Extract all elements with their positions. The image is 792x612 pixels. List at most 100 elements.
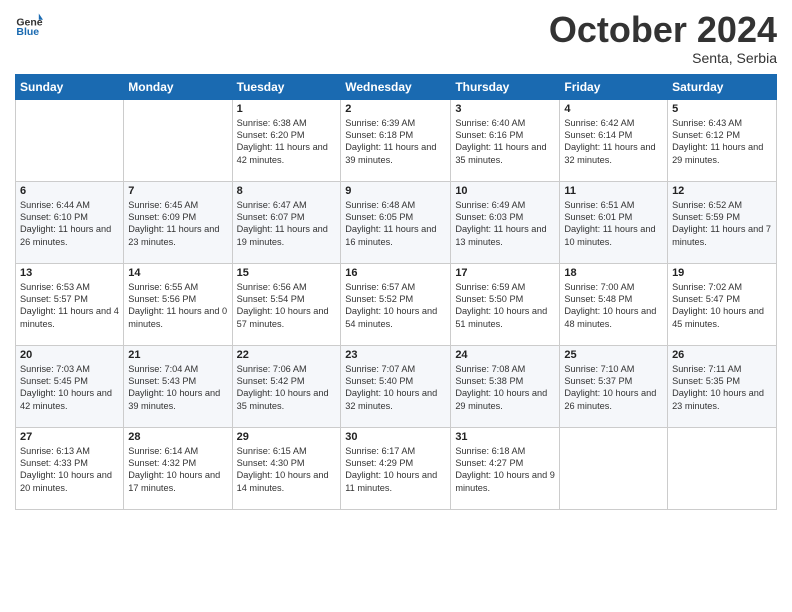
calendar-header-row: SundayMondayTuesdayWednesdayThursdayFrid… <box>16 74 777 99</box>
day-number: 14 <box>128 267 227 279</box>
cell-info: Sunrise: 7:07 AM Sunset: 5:40 PM Dayligh… <box>345 363 446 413</box>
day-number: 31 <box>455 431 555 443</box>
cell-info: Sunrise: 6:52 AM Sunset: 5:59 PM Dayligh… <box>672 199 772 249</box>
weekday-header: Sunday <box>16 74 124 99</box>
cell-info: Sunrise: 7:02 AM Sunset: 5:47 PM Dayligh… <box>672 281 772 331</box>
calendar-cell <box>668 427 777 509</box>
cell-info: Sunrise: 6:48 AM Sunset: 6:05 PM Dayligh… <box>345 199 446 249</box>
generalblue-logo-icon: General Blue <box>15 10 43 38</box>
calendar-cell: 10Sunrise: 6:49 AM Sunset: 6:03 PM Dayli… <box>451 181 560 263</box>
day-number: 6 <box>20 185 119 197</box>
svg-text:Blue: Blue <box>16 26 39 38</box>
calendar-cell: 23Sunrise: 7:07 AM Sunset: 5:40 PM Dayli… <box>341 345 451 427</box>
calendar-cell: 18 Sunrise: 7:00 AM Sunset: 5:48 PM Dayli… <box>560 263 668 345</box>
day-number: 22 <box>237 349 337 361</box>
calendar-week-row: 20 Sunrise: 7:03 AM Sunset: 5:45 PM Dayli… <box>16 345 777 427</box>
calendar-cell <box>16 99 124 181</box>
calendar-cell: 16Sunrise: 6:57 AM Sunset: 5:52 PM Dayli… <box>341 263 451 345</box>
day-number: 8 <box>237 185 337 197</box>
calendar-cell: 31Sunrise: 6:18 AM Sunset: 4:27 PM Dayli… <box>451 427 560 509</box>
day-number: 7 <box>128 185 227 197</box>
cell-info: Sunrise: 6:13 AM Sunset: 4:33 PM Dayligh… <box>20 445 119 495</box>
cell-info: Sunrise: 6:55 AM Sunset: 5:56 PM Dayligh… <box>128 281 227 331</box>
weekday-header: Monday <box>124 74 232 99</box>
cell-info: Sunrise: 6:40 AM Sunset: 6:16 PM Dayligh… <box>455 117 555 167</box>
calendar-cell: 29Sunrise: 6:15 AM Sunset: 4:30 PM Dayli… <box>232 427 341 509</box>
day-number: 26 <box>672 349 772 361</box>
calendar-cell: 12 Sunrise: 6:52 AM Sunset: 5:59 PM Dayli… <box>668 181 777 263</box>
calendar-cell: 3 Sunrise: 6:40 AM Sunset: 6:16 PM Daylig… <box>451 99 560 181</box>
day-number: 13 <box>20 267 119 279</box>
day-number: 29 <box>237 431 337 443</box>
calendar-cell: 6 Sunrise: 6:44 AM Sunset: 6:10 PM Daylig… <box>16 181 124 263</box>
cell-info: Sunrise: 7:04 AM Sunset: 5:43 PM Dayligh… <box>128 363 227 413</box>
day-number: 20 <box>20 349 119 361</box>
calendar-cell: 24 Sunrise: 7:08 AM Sunset: 5:38 PM Dayli… <box>451 345 560 427</box>
day-number: 11 <box>564 185 663 197</box>
page: General Blue October 2024 Senta, Serbia … <box>0 0 792 612</box>
cell-info: Sunrise: 7:08 AM Sunset: 5:38 PM Dayligh… <box>455 363 555 413</box>
calendar-cell: 21Sunrise: 7:04 AM Sunset: 5:43 PM Dayli… <box>124 345 232 427</box>
calendar-cell: 27Sunrise: 6:13 AM Sunset: 4:33 PM Dayli… <box>16 427 124 509</box>
calendar-cell: 25 Sunrise: 7:10 AM Sunset: 5:37 PM Dayli… <box>560 345 668 427</box>
day-number: 1 <box>237 103 337 115</box>
logo: General Blue <box>15 10 43 38</box>
cell-info: Sunrise: 6:39 AM Sunset: 6:18 PM Dayligh… <box>345 117 446 167</box>
calendar-cell: 7 Sunrise: 6:45 AM Sunset: 6:09 PM Daylig… <box>124 181 232 263</box>
cell-info: Sunrise: 6:42 AM Sunset: 6:14 PM Dayligh… <box>564 117 663 167</box>
calendar-cell: 30Sunrise: 6:17 AM Sunset: 4:29 PM Dayli… <box>341 427 451 509</box>
day-number: 17 <box>455 267 555 279</box>
cell-info: Sunrise: 6:38 AM Sunset: 6:20 PM Dayligh… <box>237 117 337 167</box>
weekday-header: Friday <box>560 74 668 99</box>
cell-info: Sunrise: 6:53 AM Sunset: 5:57 PM Dayligh… <box>20 281 119 331</box>
day-number: 5 <box>672 103 772 115</box>
header: General Blue October 2024 Senta, Serbia <box>15 10 777 66</box>
calendar-cell <box>124 99 232 181</box>
calendar-cell: 15 Sunrise: 6:56 AM Sunset: 5:54 PM Dayli… <box>232 263 341 345</box>
cell-info: Sunrise: 6:59 AM Sunset: 5:50 PM Dayligh… <box>455 281 555 331</box>
calendar-week-row: 1 Sunrise: 6:38 AM Sunset: 6:20 PM Daylig… <box>16 99 777 181</box>
day-number: 28 <box>128 431 227 443</box>
title-block: October 2024 Senta, Serbia <box>549 10 777 66</box>
day-number: 2 <box>345 103 446 115</box>
calendar-cell: 4 Sunrise: 6:42 AM Sunset: 6:14 PM Daylig… <box>560 99 668 181</box>
calendar-week-row: 6 Sunrise: 6:44 AM Sunset: 6:10 PM Daylig… <box>16 181 777 263</box>
cell-info: Sunrise: 7:03 AM Sunset: 5:45 PM Dayligh… <box>20 363 119 413</box>
day-number: 12 <box>672 185 772 197</box>
cell-info: Sunrise: 6:44 AM Sunset: 6:10 PM Dayligh… <box>20 199 119 249</box>
calendar-cell: 5Sunrise: 6:43 AM Sunset: 6:12 PM Daylig… <box>668 99 777 181</box>
day-number: 15 <box>237 267 337 279</box>
calendar-cell: 19 Sunrise: 7:02 AM Sunset: 5:47 PM Dayli… <box>668 263 777 345</box>
weekday-header: Tuesday <box>232 74 341 99</box>
cell-info: Sunrise: 6:45 AM Sunset: 6:09 PM Dayligh… <box>128 199 227 249</box>
cell-info: Sunrise: 7:11 AM Sunset: 5:35 PM Dayligh… <box>672 363 772 413</box>
calendar-week-row: 27Sunrise: 6:13 AM Sunset: 4:33 PM Dayli… <box>16 427 777 509</box>
day-number: 9 <box>345 185 446 197</box>
day-number: 4 <box>564 103 663 115</box>
cell-info: Sunrise: 7:00 AM Sunset: 5:48 PM Dayligh… <box>564 281 663 331</box>
day-number: 3 <box>455 103 555 115</box>
location: Senta, Serbia <box>549 50 777 66</box>
calendar-cell: 8Sunrise: 6:47 AM Sunset: 6:07 PM Daylig… <box>232 181 341 263</box>
cell-info: Sunrise: 7:10 AM Sunset: 5:37 PM Dayligh… <box>564 363 663 413</box>
calendar-cell: 13 Sunrise: 6:53 AM Sunset: 5:57 PM Dayli… <box>16 263 124 345</box>
day-number: 30 <box>345 431 446 443</box>
cell-info: Sunrise: 6:49 AM Sunset: 6:03 PM Dayligh… <box>455 199 555 249</box>
day-number: 19 <box>672 267 772 279</box>
calendar-cell: 17 Sunrise: 6:59 AM Sunset: 5:50 PM Dayli… <box>451 263 560 345</box>
day-number: 16 <box>345 267 446 279</box>
day-number: 18 <box>564 267 663 279</box>
calendar-cell: 14 Sunrise: 6:55 AM Sunset: 5:56 PM Dayli… <box>124 263 232 345</box>
weekday-header: Saturday <box>668 74 777 99</box>
calendar-table: SundayMondayTuesdayWednesdayThursdayFrid… <box>15 74 777 510</box>
calendar-cell: 26 Sunrise: 7:11 AM Sunset: 5:35 PM Dayli… <box>668 345 777 427</box>
calendar-cell: 28Sunrise: 6:14 AM Sunset: 4:32 PM Dayli… <box>124 427 232 509</box>
calendar-cell: 20 Sunrise: 7:03 AM Sunset: 5:45 PM Dayli… <box>16 345 124 427</box>
calendar-cell: 2 Sunrise: 6:39 AM Sunset: 6:18 PM Daylig… <box>341 99 451 181</box>
month-title: October 2024 <box>549 10 777 50</box>
day-number: 25 <box>564 349 663 361</box>
day-number: 24 <box>455 349 555 361</box>
calendar-cell: 11Sunrise: 6:51 AM Sunset: 6:01 PM Dayli… <box>560 181 668 263</box>
weekday-header: Thursday <box>451 74 560 99</box>
cell-info: Sunrise: 6:56 AM Sunset: 5:54 PM Dayligh… <box>237 281 337 331</box>
